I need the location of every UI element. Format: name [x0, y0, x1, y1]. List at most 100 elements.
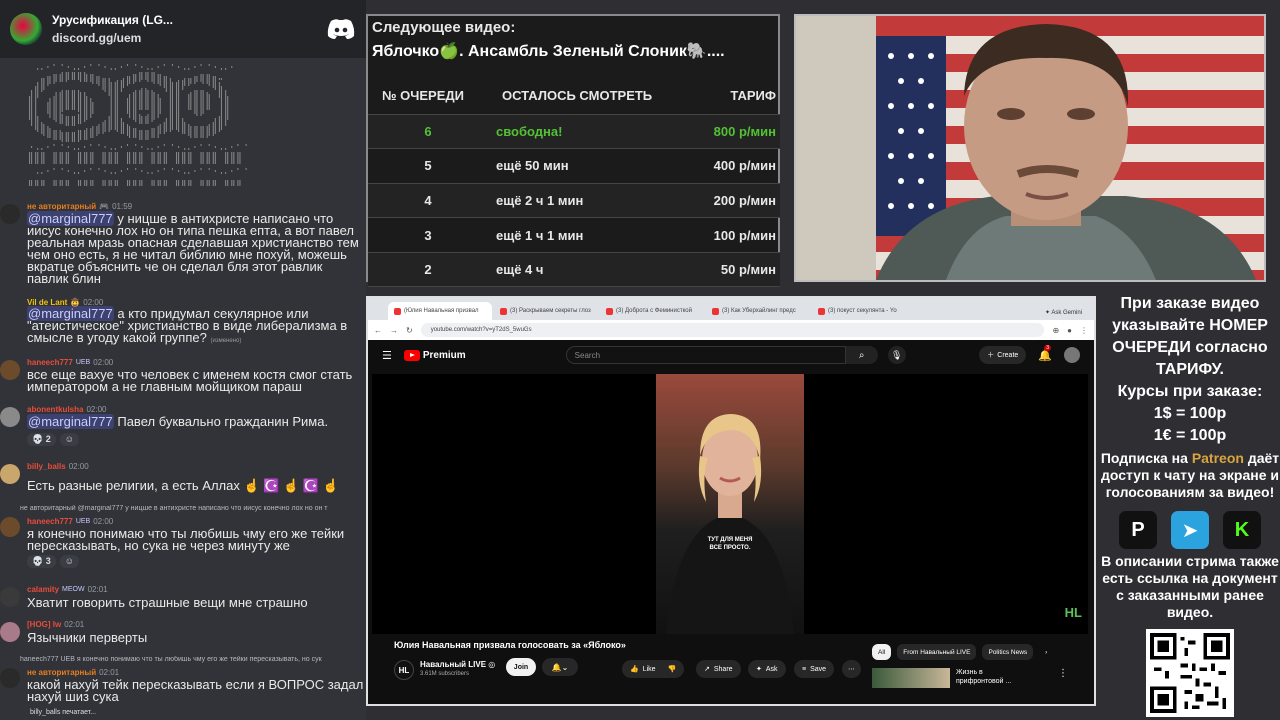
user-avatar[interactable] [0, 360, 20, 380]
recommendation-menu-icon[interactable]: ⋮ [1058, 668, 1068, 679]
message-text: Язычники перверты [27, 630, 148, 645]
recommendation-title[interactable]: Жизнь в прифронтовой ... [956, 668, 1011, 686]
username[interactable]: [HOG] Iw [27, 620, 61, 629]
subscription-info: Подписка на Patreon даёт доступ к чату н… [1100, 450, 1280, 500]
reload-icon[interactable]: ↻ [406, 326, 413, 335]
add-reaction-button[interactable]: ☺ [59, 555, 79, 568]
more-actions-button[interactable]: ⋯ [842, 660, 861, 678]
browser-tab[interactable]: (Юлия Навальная призвал [388, 302, 492, 320]
channel-avatar[interactable]: HL [394, 660, 414, 680]
reactions: 💀 2 ☺ [27, 433, 79, 446]
browser-tab-strip: (Юлия Навальная призвал (3) Раскрываем с… [368, 298, 1094, 320]
browser-tab[interactable]: (3) Доброта с Феминисткой [600, 302, 704, 320]
message-text: @marginal777 Павел буквально гражданин Р… [27, 414, 329, 429]
thumbs-down-icon[interactable]: 👎 [668, 665, 677, 673]
reaction-skull[interactable]: 💀 2 [27, 433, 56, 446]
message-meta: не авторитарный 🎮 01:59 [27, 202, 132, 211]
message-text: Хватит говорить страшные вещи мне страшн… [27, 595, 308, 610]
video-queue-panel: Следующее видео: Яблочко🍏. Ансамбль Зеле… [366, 14, 780, 288]
url-input[interactable]: youtube.com/watch?v=yT2dS_5wuGs [420, 323, 1045, 337]
notification-count: 3 [1044, 344, 1052, 351]
youtube-favicon-icon [500, 307, 507, 315]
username[interactable]: не авторитарный [27, 668, 96, 677]
hamburger-menu-icon[interactable]: ☰ [382, 349, 392, 362]
username[interactable]: calamity [27, 585, 59, 594]
discord-server-header[interactable]: Урусификация (LG... discord.gg/uem [0, 0, 366, 58]
kick-icon[interactable]: K [1223, 511, 1261, 549]
message-meta: не авторитарный 02:01 [27, 668, 119, 677]
user-avatar[interactable] [0, 668, 20, 688]
server-invite-link[interactable]: discord.gg/uem [52, 31, 173, 45]
message-text: какой нахуй тейк пересказывать если я ВО… [27, 677, 364, 704]
telegram-icon[interactable]: ➤ [1171, 511, 1209, 549]
user-avatar[interactable] [0, 622, 20, 642]
username[interactable]: не авторитарный [27, 202, 96, 211]
chip-from-channel[interactable]: From Навальный LIVE [897, 644, 977, 660]
patreon-icon[interactable]: P [1119, 511, 1157, 549]
sparkle-icon: ✦ [756, 666, 762, 673]
timestamp: 01:59 [112, 202, 133, 211]
microphone-icon[interactable]: 🎙 [887, 346, 906, 364]
add-reaction-button[interactable]: ☺ [59, 433, 79, 446]
username[interactable]: billy_balls [27, 462, 66, 471]
order-line: При заказе видео [1120, 295, 1260, 312]
youtube-play-icon [403, 349, 420, 361]
role-icon: 🎮 [99, 202, 110, 211]
channel-name[interactable]: Навальный LIVE ◎ [420, 660, 495, 669]
server-name: Урусификация (LG... [52, 13, 173, 27]
next-video-label: Следующее видео: [372, 19, 516, 36]
subscribe-bell-dropdown[interactable]: 🔔 ⌄ [542, 658, 578, 676]
next-video-title: Яблочко🍏. Ансамбль Зеленый Слоник🐘.... [372, 43, 725, 60]
youtube-logo[interactable]: Premium [403, 349, 466, 361]
user-mention[interactable]: @marginal777 [27, 414, 114, 429]
usd-rate: 1$ = 100р [1153, 405, 1227, 422]
timestamp: 02:00 [93, 517, 114, 526]
patreon-link[interactable]: Patreon [1192, 450, 1244, 466]
chevron-right-icon[interactable]: › [1039, 644, 1053, 660]
username[interactable]: haneech777 [27, 517, 73, 526]
share-button[interactable]: ↗ Share [696, 660, 741, 678]
user-avatar[interactable] [0, 517, 20, 537]
reaction-skull[interactable]: 💀 3 [27, 555, 56, 568]
reply-preview[interactable]: не авторитарный @marginal777 у ницше в а… [20, 505, 364, 512]
join-button[interactable]: Join [506, 658, 536, 676]
menu-icon[interactable]: ⋮ [1080, 326, 1088, 335]
thumbs-up-icon: 👍 [630, 666, 639, 673]
username[interactable]: haneech777 [27, 358, 73, 367]
username[interactable]: abonentkulsha [27, 405, 83, 414]
queue-header-remaining: ОСТАЛОСЬ СМОТРЕТЬ [488, 78, 658, 115]
chip-politics-news[interactable]: Politics News [982, 644, 1034, 660]
profile-icon[interactable]: ● [1067, 326, 1072, 335]
video-title: Юлия Навальная призвала голосовать за «Я… [394, 640, 626, 650]
message-meta: haneech777 UEB 02:00 [27, 358, 113, 367]
notifications-bell-icon[interactable]: 🔔 3 [1038, 344, 1052, 362]
reply-preview[interactable]: haneech777 UEB я конечно понимаю что ты … [20, 656, 364, 663]
ask-gemini-button[interactable]: ✦ Ask Gemini [1045, 309, 1094, 320]
user-avatar[interactable] [1064, 347, 1080, 363]
save-button[interactable]: ≡ Save [794, 660, 835, 678]
browser-tab[interactable]: (3) Раскрываем секреты глоз [494, 302, 598, 320]
recommendation-thumbnail[interactable] [872, 668, 950, 688]
user-avatar[interactable] [0, 204, 20, 224]
extension-icon[interactable]: ⊕ [1052, 326, 1059, 335]
create-button[interactable]: ＋ Create [979, 346, 1027, 364]
browser-tab[interactable]: (3) покуст секулянта - Yo [812, 302, 916, 320]
queue-header-rate: ТАРИФ [658, 78, 780, 115]
user-avatar[interactable] [0, 464, 20, 484]
video-player[interactable]: ТУТ ДЛЯ МЕНЯ ВСЕ ПРОСТО. HL [372, 374, 1088, 634]
back-arrow-icon[interactable]: ← [374, 326, 382, 335]
message-meta: [HOG] Iw 02:01 [27, 620, 84, 629]
like-button[interactable]: 👍 Like 👎 [622, 660, 685, 678]
forward-arrow-icon[interactable]: → [390, 326, 398, 335]
chip-all[interactable]: All [872, 644, 892, 660]
qr-code-image[interactable] [1146, 629, 1234, 717]
search-input[interactable]: Search [565, 346, 846, 364]
timestamp: 02:00 [86, 405, 107, 414]
user-avatar[interactable] [0, 587, 20, 607]
ask-button[interactable]: ✦ Ask [748, 660, 786, 678]
timestamp: 02:01 [87, 585, 108, 594]
browser-tab[interactable]: (3) Как Уберхайлинг предс [706, 302, 810, 320]
order-line: ТАРИФУ. [1156, 361, 1224, 378]
user-avatar[interactable] [0, 407, 20, 427]
search-icon[interactable]: ⌕ [845, 346, 878, 364]
